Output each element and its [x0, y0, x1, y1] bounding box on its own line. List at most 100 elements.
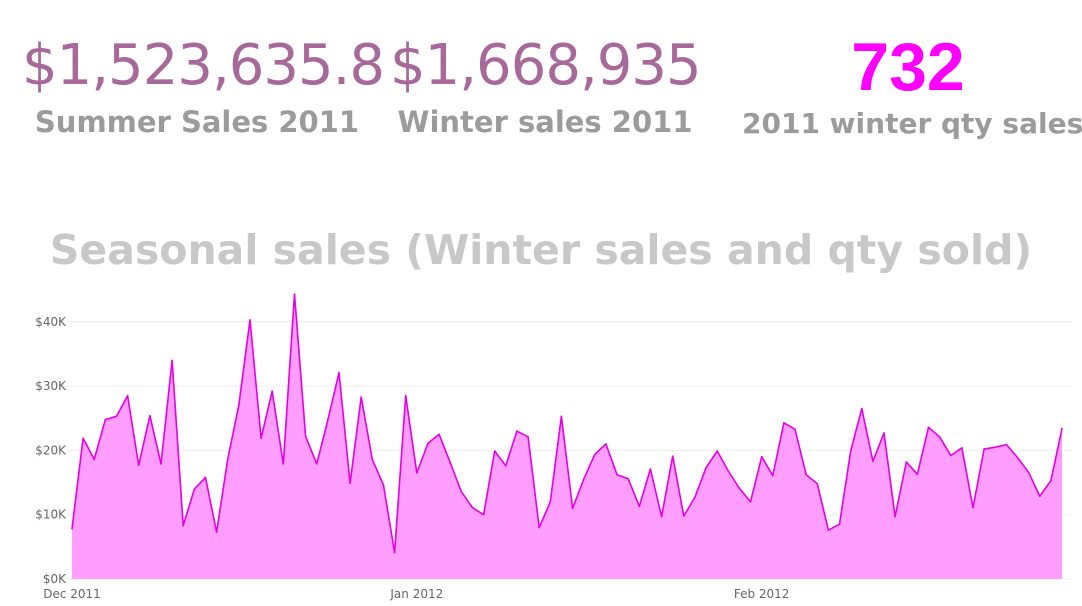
data-point — [493, 450, 496, 452]
data-point — [193, 488, 196, 490]
y-tick-label: $40K — [35, 315, 67, 329]
data-point — [961, 447, 963, 449]
data-point — [1039, 495, 1041, 497]
data-point — [905, 461, 908, 463]
data-point — [371, 458, 374, 461]
data-point — [349, 482, 351, 485]
data-point — [82, 437, 84, 440]
sales-area — [72, 294, 1062, 579]
data-point — [260, 437, 262, 440]
data-point — [204, 476, 207, 479]
data-point — [638, 505, 641, 508]
data-point — [972, 506, 974, 509]
data-point — [760, 456, 763, 458]
data-point — [126, 394, 129, 397]
data-point — [994, 446, 997, 449]
y-tick-label: $10K — [35, 508, 67, 522]
data-point — [404, 394, 407, 397]
data-point — [1061, 427, 1063, 430]
data-point — [671, 455, 674, 458]
data-point — [582, 478, 585, 481]
data-point — [527, 436, 529, 438]
data-point — [950, 454, 952, 457]
data-point — [883, 432, 885, 434]
data-point — [549, 501, 552, 503]
data-point — [683, 515, 685, 517]
data-point — [149, 414, 151, 417]
data-point — [772, 474, 774, 477]
x-tick-label: Dec 2011 — [43, 587, 101, 601]
data-point — [560, 415, 563, 418]
data-point — [938, 436, 941, 438]
data-point — [115, 415, 118, 418]
y-tick-label: $0K — [43, 572, 67, 586]
seasonal-sales-chart: $0K $10K $20K $30K $40K Dec 2011 Jan 2012 Feb … — [35, 293, 1072, 601]
data-point — [338, 371, 340, 374]
data-point — [293, 293, 296, 296]
data-point — [171, 359, 173, 362]
data-point — [505, 465, 507, 467]
x-axis: Dec 2011 Jan 2012 Feb 2012 — [43, 587, 789, 601]
data-point — [215, 531, 218, 533]
data-point — [71, 528, 73, 530]
data-point — [271, 390, 274, 393]
data-point — [315, 463, 318, 465]
data-point — [927, 426, 930, 429]
data-point — [482, 513, 485, 516]
data-point — [983, 448, 985, 450]
data-point — [304, 435, 307, 438]
data-point — [805, 474, 807, 476]
data-point — [660, 515, 663, 518]
data-point — [816, 483, 819, 485]
data-point — [649, 468, 652, 470]
data-point — [616, 474, 618, 476]
data-point — [282, 463, 285, 465]
data-point — [104, 418, 107, 421]
data-point — [705, 467, 707, 469]
data-point — [872, 460, 874, 463]
data-point — [93, 458, 95, 461]
data-point — [894, 515, 896, 518]
data-point — [727, 470, 730, 472]
data-point — [849, 450, 852, 452]
data-point — [916, 473, 919, 476]
data-point — [627, 477, 629, 480]
data-point — [738, 487, 741, 490]
x-tick-label: Feb 2012 — [734, 587, 790, 601]
y-tick-label: $20K — [35, 443, 67, 457]
data-point — [516, 430, 518, 432]
data-point — [538, 526, 540, 529]
data-point — [226, 458, 229, 461]
data-point — [249, 319, 251, 321]
data-point — [827, 529, 830, 531]
data-point — [594, 453, 596, 456]
data-point — [137, 464, 140, 467]
data-point — [838, 523, 841, 526]
data-point — [393, 551, 396, 554]
data-point — [449, 461, 452, 464]
data-point — [427, 442, 429, 445]
plot-area — [71, 293, 1063, 579]
data-point — [182, 524, 184, 527]
data-point — [1005, 443, 1008, 446]
data-point — [460, 490, 463, 493]
data-point — [382, 484, 385, 486]
data-point — [327, 419, 329, 422]
data-point — [794, 428, 796, 431]
data-point — [749, 501, 752, 503]
y-tick-label: $30K — [35, 379, 67, 393]
data-point — [605, 443, 607, 445]
data-point — [1016, 456, 1019, 459]
x-tick-label: Jan 2012 — [389, 587, 443, 601]
data-point — [716, 450, 718, 452]
data-point — [416, 472, 418, 474]
data-point — [238, 403, 240, 406]
data-point — [1050, 479, 1052, 482]
data-point — [438, 433, 440, 436]
data-point — [783, 422, 785, 424]
data-point — [694, 496, 696, 499]
data-point — [861, 407, 863, 410]
y-axis: $0K $10K $20K $30K $40K — [35, 315, 67, 586]
data-point — [571, 507, 574, 510]
data-point — [1027, 471, 1030, 474]
